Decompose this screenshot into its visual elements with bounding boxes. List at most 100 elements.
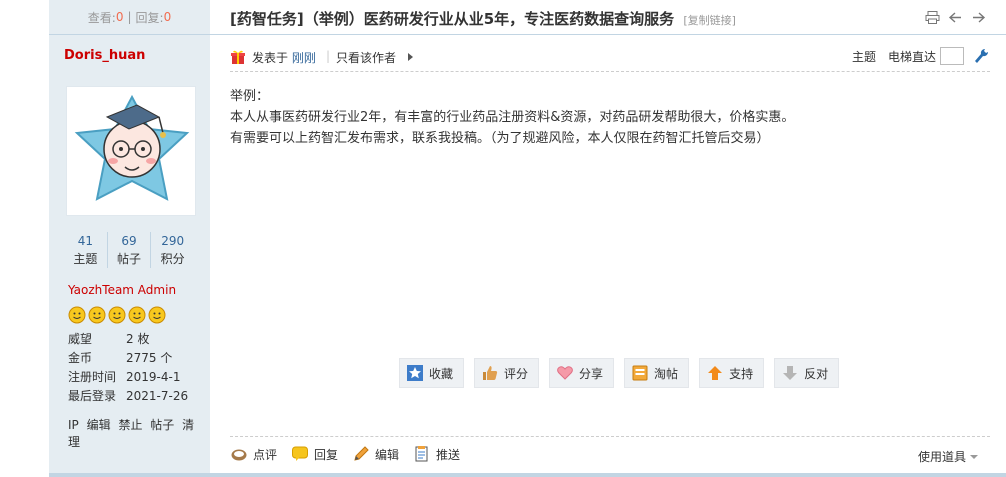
- edit-button[interactable]: 编辑: [352, 445, 399, 463]
- push-button[interactable]: 推送: [413, 445, 460, 463]
- info-key: 威望: [68, 332, 93, 346]
- posted-prefix: 发表于: [252, 51, 289, 65]
- replies-count: 0: [163, 10, 172, 24]
- down-arrow-icon: [783, 366, 798, 380]
- pencil-icon: [354, 446, 369, 461]
- use-tools-label: 使用道具: [917, 450, 966, 464]
- post-actions: 收藏 评分 分享 淘帖 支持 反对: [399, 358, 840, 388]
- header-divider: [230, 71, 990, 72]
- content-line: 举例：: [230, 89, 270, 104]
- print-icon[interactable]: [925, 10, 940, 25]
- views-label: 查看:: [87, 10, 116, 25]
- author-line-separator: |: [326, 49, 331, 63]
- copy-link-button[interactable]: [复制链接]: [683, 14, 736, 27]
- support-label: 支持: [729, 366, 754, 381]
- reply-button[interactable]: 回复: [291, 445, 338, 463]
- comment-button[interactable]: 点评: [230, 445, 277, 463]
- stat-topics-label: 主题: [73, 252, 98, 266]
- thumb-icon: [483, 366, 498, 380]
- share-label: 分享: [579, 366, 604, 381]
- medal-row: [68, 306, 166, 324]
- star-icon: [407, 365, 423, 381]
- info-key: 金币: [68, 351, 93, 365]
- triangle-right-icon[interactable]: [408, 53, 413, 61]
- post-bottom-border: [49, 473, 1006, 477]
- info-key: 注册时间: [68, 370, 117, 384]
- tool-posts[interactable]: 帖子: [150, 418, 174, 432]
- avatar[interactable]: [66, 86, 196, 216]
- use-tools-dropdown[interactable]: 使用道具: [918, 448, 978, 465]
- tray-icon: [632, 365, 648, 381]
- author-username[interactable]: Doris_huan: [64, 48, 145, 63]
- next-thread-icon[interactable]: [971, 10, 986, 25]
- posted-time-value: 刚刚: [291, 51, 316, 65]
- chevron-down-icon: [970, 454, 978, 459]
- content-line: 有需要可以上药智汇发布需求，联系我投稿。（为了规避风险，本人仅限在药智汇托管后交…: [230, 131, 770, 146]
- oppose-label: 反对: [804, 366, 829, 381]
- smiley-medal-icon: [68, 306, 86, 324]
- tool-edit[interactable]: 编辑: [87, 418, 111, 432]
- gift-icon: [231, 50, 245, 64]
- smiley-medal-icon: [88, 306, 106, 324]
- thread-header: [药智任务]（举例）医药研发行业从业5年，专注医药数据查询服务 [复制链接]: [210, 0, 1006, 35]
- only-author-link[interactable]: 只看该作者: [336, 49, 396, 66]
- share-button[interactable]: 分享: [549, 358, 615, 388]
- stat-topics[interactable]: 41 主题: [64, 232, 107, 268]
- forum-post-page: 查看: 0 | 回复: 0 Doris_huan 41 主题 69 帖子 290…: [0, 0, 1006, 477]
- stat-points-value: 290: [161, 234, 185, 248]
- comment-icon: [231, 449, 247, 461]
- info-row-registered: 注册时间 2019-4-1: [68, 368, 188, 387]
- header-icons: [925, 10, 986, 25]
- topic-label: 主题: [851, 49, 876, 64]
- stat-posts-value: 69: [121, 234, 137, 248]
- info-value: 2 枚: [126, 332, 150, 346]
- post-footer-actions: 点评 回复 编辑 推送: [230, 445, 460, 463]
- content-line: 本人从事医药研发行业2年，有丰富的行业药品注册资料&资源，对药品研发帮助很大，价…: [230, 110, 795, 125]
- info-row-last-login: 最后登录 2021-7-26: [68, 387, 188, 406]
- info-row-prestige: 威望 2 枚: [68, 330, 188, 349]
- author-stats: 41 主题 69 帖子 290 积分: [64, 232, 194, 268]
- smiley-medal-icon: [128, 306, 146, 324]
- tool-ip[interactable]: IP: [68, 418, 79, 432]
- reply-icon: [292, 446, 309, 461]
- tool-ban[interactable]: 禁止: [118, 418, 142, 432]
- oppose-button[interactable]: 反对: [774, 358, 840, 388]
- footer-divider: [230, 436, 990, 437]
- jump-floor-input[interactable]: [940, 47, 964, 65]
- post-content: 举例： 本人从事医药研发行业2年，有丰富的行业药品注册资料&资源，对药品研发帮助…: [230, 86, 794, 149]
- admin-tools: IP 编辑 禁止 帖子 清理: [68, 416, 210, 450]
- prev-thread-icon[interactable]: [948, 10, 963, 25]
- rate-button[interactable]: 评分: [474, 358, 540, 388]
- counts-separator: |: [127, 10, 132, 24]
- author-info: 威望 2 枚 金币 2775 个 注册时间 2019-4-1 最后登录 2021…: [68, 330, 188, 406]
- smiley-medal-icon: [148, 306, 166, 324]
- user-group[interactable]: YaozhTeam Admin: [68, 283, 176, 297]
- info-key: 最后登录: [68, 389, 117, 403]
- author-sidebar: 查看: 0 | 回复: 0 Doris_huan 41 主题 69 帖子 290…: [49, 0, 210, 477]
- avatar-image: [67, 87, 195, 215]
- thread-title: [药智任务]（举例）医药研发行业从业5年，专注医药数据查询服务 [复制链接]: [230, 8, 736, 29]
- edit-label: 编辑: [375, 447, 400, 462]
- collect-button[interactable]: 淘帖: [624, 358, 690, 388]
- stat-topics-value: 41: [77, 234, 93, 248]
- support-button[interactable]: 支持: [699, 358, 765, 388]
- push-icon: [415, 446, 428, 462]
- reply-label: 回复: [314, 447, 339, 462]
- collect-label: 淘帖: [654, 366, 679, 381]
- posted-time: 发表于 刚刚: [252, 49, 316, 66]
- up-arrow-icon: [708, 366, 723, 380]
- favorite-button[interactable]: 收藏: [399, 358, 465, 388]
- stat-posts-label: 帖子: [117, 252, 142, 266]
- smiley-medal-icon: [108, 306, 126, 324]
- thread-title-text: [药智任务]（举例）医药研发行业从业5年，专注医药数据查询服务: [230, 10, 675, 28]
- info-value: 2019-4-1: [126, 370, 181, 384]
- rate-label: 评分: [504, 366, 529, 381]
- wrench-icon[interactable]: [972, 47, 990, 65]
- stat-posts[interactable]: 69 帖子: [106, 232, 151, 268]
- thread-counts: 查看: 0 | 回复: 0: [49, 0, 210, 35]
- stat-points[interactable]: 290 积分: [150, 232, 194, 268]
- info-value: 2775 个: [126, 351, 173, 365]
- jump-label: 电梯直达: [887, 49, 936, 64]
- push-label: 推送: [436, 447, 461, 462]
- post-nav: 主题 电梯直达: [852, 47, 990, 65]
